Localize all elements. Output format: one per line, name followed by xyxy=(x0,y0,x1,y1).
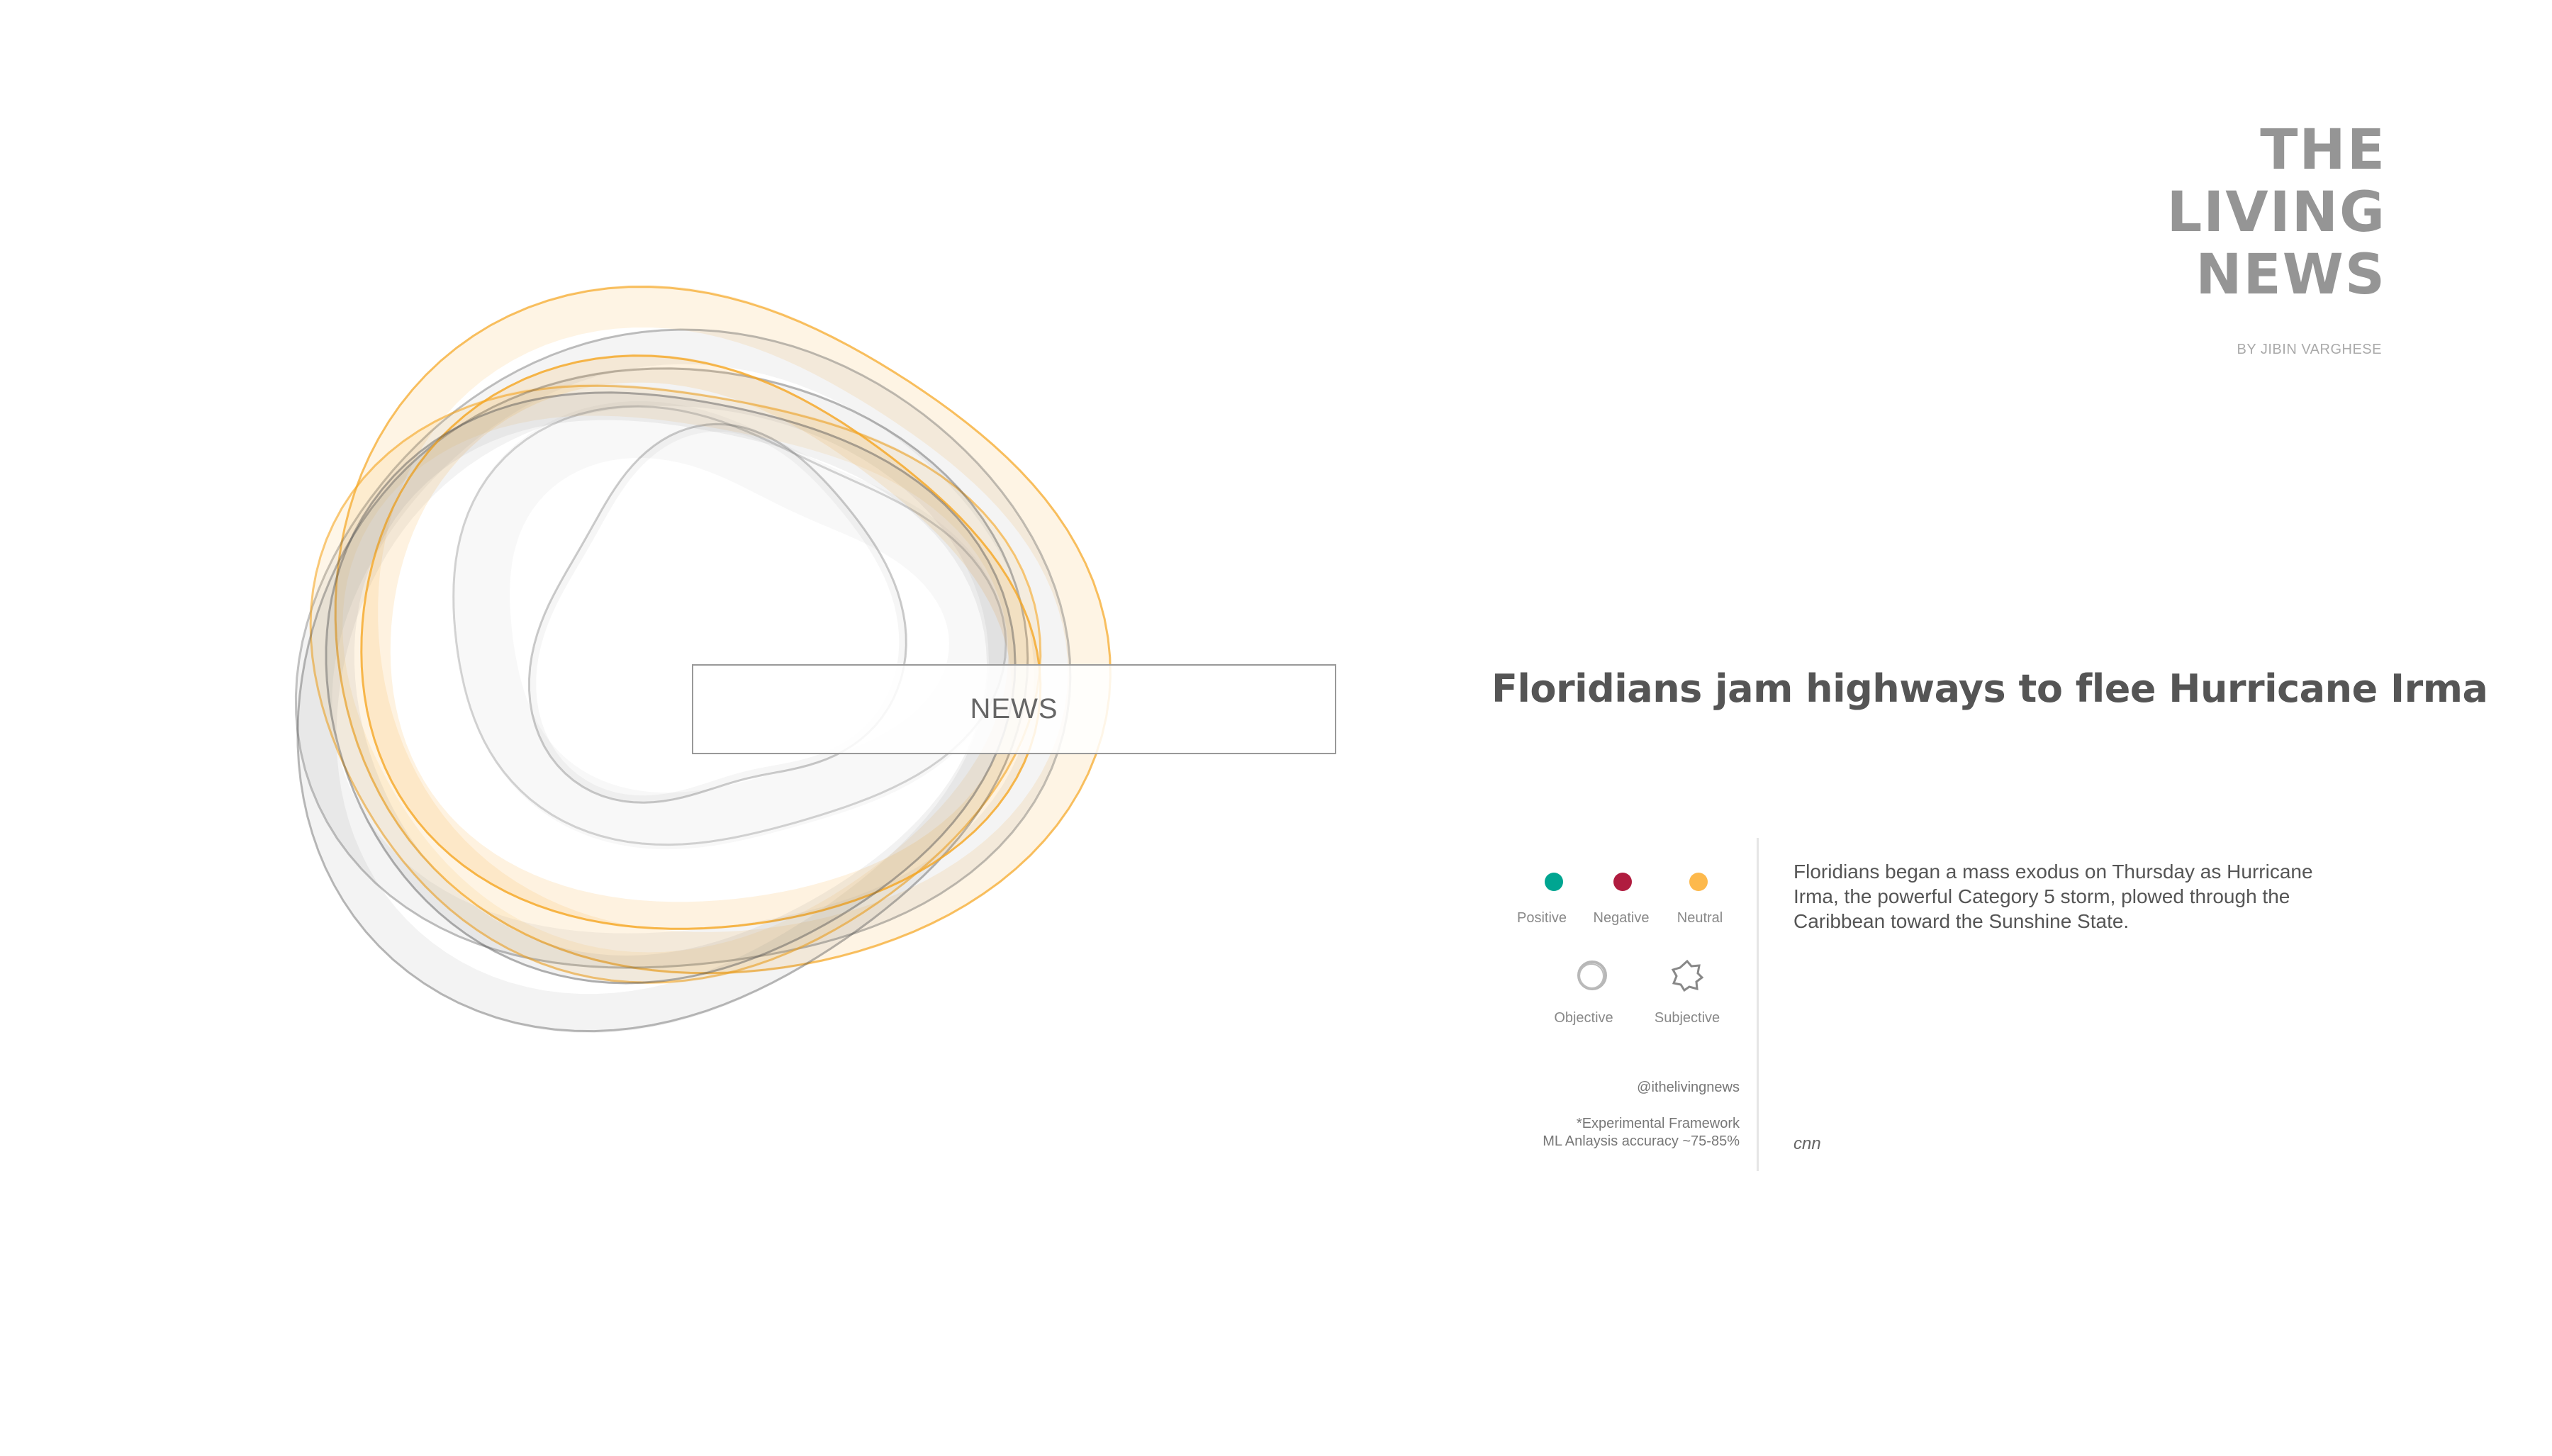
legend-neutral-label: Neutral xyxy=(1677,910,1723,926)
twitter-handle[interactable]: @ithelivingnews xyxy=(1637,1079,1740,1097)
subjective-ring-icon xyxy=(1671,959,1704,992)
negative-dot-icon xyxy=(1613,873,1632,891)
disclaimer: *Experimental Framework ML Anlaysis accu… xyxy=(1543,1115,1740,1150)
byline: BY JIBIN VARGHESE xyxy=(2237,342,2382,357)
brand-line: THE xyxy=(2260,118,2386,182)
headline: Floridians jam highways to flee Hurrican… xyxy=(1492,666,2488,711)
legend-negative-label: Negative xyxy=(1593,910,1650,926)
article-description: Floridians began a mass exodus on Thursd… xyxy=(1793,861,2313,932)
news-sentiment-rings-visualization xyxy=(294,285,1112,1034)
neutral-dot-icon xyxy=(1689,873,1708,891)
brand-line: LIVING xyxy=(2166,181,2386,245)
article-source[interactable]: cnn xyxy=(1793,1134,1821,1154)
news-label-box[interactable]: NEWS xyxy=(692,664,1336,754)
legend-objective-label: Objective xyxy=(1554,1010,1613,1026)
objective-ring-icon xyxy=(1577,961,1607,990)
disclaimer-line: *Experimental Framework xyxy=(1576,1116,1740,1131)
disclaimer-line: ML Anlaysis accuracy ~75-85% xyxy=(1543,1133,1740,1149)
positive-dot-icon xyxy=(1545,873,1563,891)
brand-title: THE LIVING NEWS xyxy=(2167,119,2386,306)
divider xyxy=(1757,838,1759,1171)
legend-subjective-label: Subjective xyxy=(1654,1010,1720,1026)
legend-positive-label: Positive xyxy=(1516,910,1567,926)
brand-line: NEWS xyxy=(2195,243,2386,307)
